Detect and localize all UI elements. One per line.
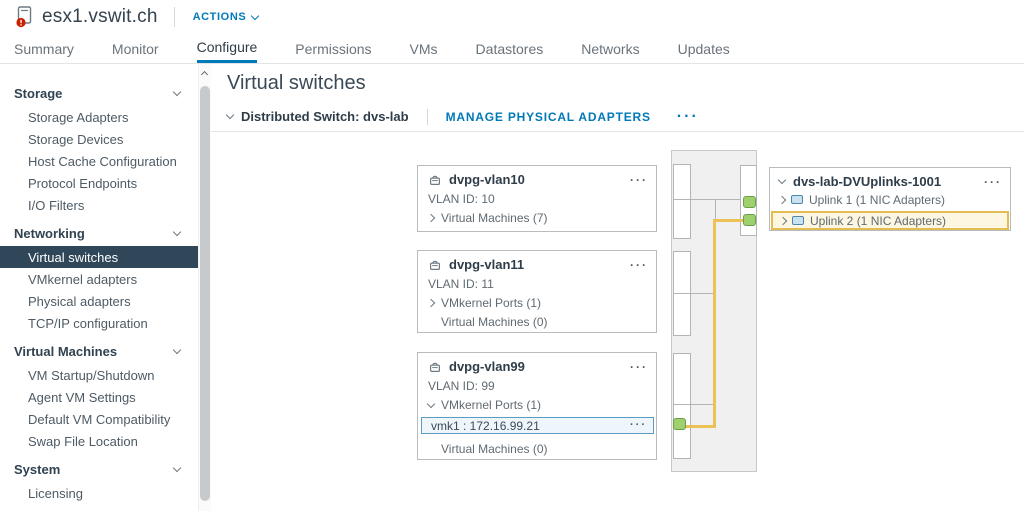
switch-port <box>673 164 691 239</box>
connector-line <box>673 293 715 294</box>
sidebar-item-vmkernel-adapters[interactable]: VMkernel adapters <box>0 268 198 290</box>
sidebar-item-agent-vm-settings[interactable]: Agent VM Settings <box>0 386 198 408</box>
more-actions-button[interactable]: ··· <box>984 176 1002 188</box>
more-actions-button[interactable]: ··· <box>677 109 699 125</box>
more-actions-button[interactable]: ··· <box>630 174 648 186</box>
chevron-right-icon <box>427 299 435 307</box>
scroll-up-icon[interactable] <box>201 71 208 78</box>
more-actions-button[interactable]: ··· <box>630 420 647 431</box>
chevron-down-icon <box>173 345 181 353</box>
portgroup-card-dvpg-vlan10: dvpg-vlan10 ··· VLAN ID: 10 Virtual Mach… <box>417 165 657 232</box>
connector-line <box>673 404 715 405</box>
tab-vms[interactable]: VMs <box>410 34 438 63</box>
sidebar-item-licensing[interactable]: Licensing <box>0 482 198 504</box>
sidebar-section-virtual-machines[interactable]: Virtual Machines <box>0 338 198 364</box>
sidebar-item-storage-devices[interactable]: Storage Devices <box>0 128 198 150</box>
tab-updates[interactable]: Updates <box>678 34 730 63</box>
sidebar-item-protocol-endpoints[interactable]: Protocol Endpoints <box>0 172 198 194</box>
uplink-group-name[interactable]: dvs-lab-DVUplinks-1001 <box>793 174 941 189</box>
more-actions-button[interactable]: ··· <box>630 361 648 373</box>
portgroup-icon <box>428 360 442 374</box>
switch-port <box>673 353 691 459</box>
virtual-machines-row[interactable]: Virtual Machines (0) <box>418 312 656 331</box>
portgroup-icon <box>428 258 442 272</box>
vlan-id-label: VLAN ID: 99 <box>418 376 656 395</box>
nic-port-icon <box>743 196 756 208</box>
chevron-down-icon <box>226 111 234 119</box>
sidebar-item-physical-adapters[interactable]: Physical adapters <box>0 290 198 312</box>
sidebar-item-vm-startup-shutdown[interactable]: VM Startup/Shutdown <box>0 364 198 386</box>
chevron-right-icon <box>779 216 787 224</box>
vmk-port-row[interactable]: vmk1 : 172.16.99.21 ··· <box>421 417 654 434</box>
tab-datastores[interactable]: Datastores <box>476 34 544 63</box>
chevron-down-icon <box>778 176 786 184</box>
portgroup-name[interactable]: dvpg-vlan99 <box>449 359 525 374</box>
configure-sidebar: Storage Storage Adapters Storage Devices… <box>0 64 198 511</box>
app-header: esx1.vswit.ch ACTIONS <box>0 0 1024 34</box>
toolbar-divider <box>427 109 428 125</box>
sidebar-section-storage[interactable]: Storage <box>0 80 198 106</box>
uplink1-row[interactable]: Uplink 1 (1 NIC Adapters) <box>770 191 1010 208</box>
sidebar-item-swap-file-location[interactable]: Swap File Location <box>0 430 198 452</box>
vlan-id-label: VLAN ID: 10 <box>418 189 656 208</box>
uplink-icon <box>792 216 804 225</box>
more-actions-button[interactable]: ··· <box>630 259 648 271</box>
sidebar-section-networking[interactable]: Networking <box>0 220 198 246</box>
chevron-right-icon <box>778 195 786 203</box>
vswitch-block <box>671 150 757 472</box>
section-title: Virtual switches <box>227 72 366 95</box>
header-divider <box>174 7 175 27</box>
portgroup-name[interactable]: dvpg-vlan11 <box>449 257 524 272</box>
actions-menu-button[interactable]: ACTIONS <box>193 11 259 23</box>
sidebar-item-host-cache-configuration[interactable]: Host Cache Configuration <box>0 150 198 172</box>
switch-toolbar: Distributed Switch: dvs-lab MANAGE PHYSI… <box>211 102 1024 132</box>
uplink-group-card: dvs-lab-DVUplinks-1001 ··· Uplink 1 (1 N… <box>769 167 1011 231</box>
highlighted-path <box>716 219 744 222</box>
tab-networks[interactable]: Networks <box>581 34 639 63</box>
highlighted-path <box>713 219 716 428</box>
tab-configure[interactable]: Configure <box>197 34 258 63</box>
sidebar-item-io-filters[interactable]: I/O Filters <box>0 194 198 216</box>
tab-summary[interactable]: Summary <box>14 34 74 63</box>
page-title: esx1.vswit.ch <box>42 6 158 28</box>
sidebar-section-system[interactable]: System <box>0 456 198 482</box>
chevron-down-icon <box>427 399 435 407</box>
sidebar-item-storage-adapters[interactable]: Storage Adapters <box>0 106 198 128</box>
distributed-switch-toggle[interactable]: Distributed Switch: dvs-lab <box>227 109 409 124</box>
portgroup-name[interactable]: dvpg-vlan10 <box>449 172 525 187</box>
portgroup-card-dvpg-vlan99: dvpg-vlan99 ··· VLAN ID: 99 VMkernel Por… <box>417 352 657 460</box>
tab-permissions[interactable]: Permissions <box>295 34 371 63</box>
virtual-machines-row[interactable]: Virtual Machines (7) <box>418 208 656 227</box>
vmkernel-ports-row[interactable]: VMkernel Ports (1) <box>418 395 656 414</box>
chevron-right-icon <box>427 214 435 222</box>
sidebar-item-tcpip-configuration[interactable]: TCP/IP configuration <box>0 312 198 334</box>
vlan-id-label: VLAN ID: 11 <box>418 274 656 293</box>
host-alert-icon <box>14 5 34 29</box>
virtual-machines-row[interactable]: Virtual Machines (0) <box>418 439 548 458</box>
sidebar-item-virtual-switches[interactable]: Virtual switches <box>0 246 198 268</box>
highlighted-path <box>685 425 716 428</box>
vmkernel-ports-row[interactable]: VMkernel Ports (1) <box>418 293 656 312</box>
scrollbar-thumb[interactable] <box>200 86 210 501</box>
chevron-down-icon <box>173 87 181 95</box>
nic-port-icon <box>743 214 756 226</box>
chevron-down-icon <box>173 227 181 235</box>
portgroup-icon <box>428 173 442 187</box>
chevron-down-icon <box>251 11 259 19</box>
main-title-row: Virtual switches <box>211 64 1024 102</box>
nic-port-icon <box>673 418 686 430</box>
uplink2-row-selected[interactable]: Uplink 2 (1 NIC Adapters) <box>771 211 1009 230</box>
sidebar-item-default-vm-compatibility[interactable]: Default VM Compatibility <box>0 408 198 430</box>
tab-bar: Summary Monitor Configure Permissions VM… <box>0 34 1024 64</box>
sidebar-scrollbar[interactable] <box>198 64 211 511</box>
uplink-icon <box>791 195 803 204</box>
manage-physical-adapters-button[interactable]: MANAGE PHYSICAL ADAPTERS <box>446 110 651 124</box>
connector-line <box>673 199 741 200</box>
chevron-down-icon <box>173 463 181 471</box>
switch-topology-diagram: dvpg-vlan10 ··· VLAN ID: 10 Virtual Mach… <box>211 132 1024 511</box>
tab-monitor[interactable]: Monitor <box>112 34 159 63</box>
portgroup-card-dvpg-vlan11: dvpg-vlan11 ··· VLAN ID: 11 VMkernel Por… <box>417 250 657 333</box>
